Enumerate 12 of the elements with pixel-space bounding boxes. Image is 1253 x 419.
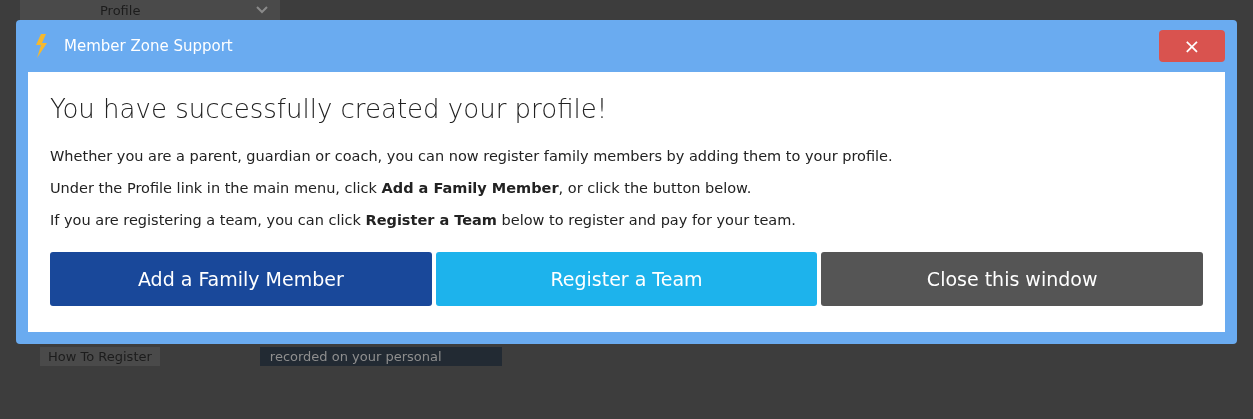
action-button[interactable]: Close this window: [821, 252, 1203, 306]
dialog-heading: You have successfully created your profile!: [50, 94, 609, 124]
action-button[interactable]: Add a Family Member: [50, 252, 432, 306]
content-text: recorded on your personal: [259, 347, 502, 366]
chevron-icon: [256, 6, 268, 14]
lightning-icon: [34, 34, 48, 58]
close-button[interactable]: ×: [1159, 30, 1225, 62]
message-text: Whether you are a parent, guardian or coach, you can now register family members by adding them to your profile.: [50, 147, 894, 166]
dialog-title: Member Zone Support: [64, 37, 234, 55]
action-button[interactable]: Register a Team: [435, 252, 818, 306]
message-text: If you are registering a team, you can click Register a Team below to register and pay for your team.: [50, 211, 797, 230]
message-text: Under the Profile link in the main menu, click Add a Family Member, or click the button below.: [50, 179, 753, 198]
